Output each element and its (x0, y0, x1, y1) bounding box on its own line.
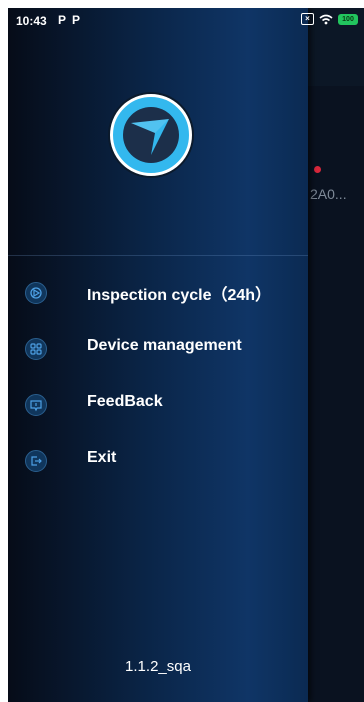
device-management-icon (25, 338, 47, 360)
app-version: 1.1.2_sqa (125, 658, 191, 675)
app-screen: 2A0... Inspection cycle（24h） Device mana… (8, 8, 364, 702)
navigation-drawer: Inspection cycle（24h） Device management (8, 8, 308, 702)
battery-icon: 100 (338, 13, 358, 25)
status-time: 10:43 (16, 14, 47, 28)
status-bar: 10:43 P P × 100 (8, 8, 364, 34)
inspection-cycle-icon (25, 282, 47, 304)
wifi-icon (319, 14, 333, 24)
sim-icon: × (301, 13, 314, 25)
status-icons: × 100 (301, 13, 358, 25)
menu-label-device-management: Device management (87, 337, 242, 354)
menu-item-inspection-cycle[interactable]: Inspection cycle（24h） (8, 273, 308, 313)
menu-label-exit: Exit (87, 449, 117, 466)
logo-mark-icon (123, 107, 179, 163)
background-page[interactable] (308, 8, 364, 702)
notification-p-icon: P (72, 13, 81, 27)
menu-label-feedback: FeedBack (87, 393, 163, 410)
drawer-divider (8, 255, 308, 256)
notification-p-icon: P (58, 13, 67, 27)
feedback-icon (25, 394, 47, 416)
menu-label-inspection-cycle: Inspection cycle（24h） (87, 287, 272, 304)
menu-item-device-management[interactable]: Device management (8, 329, 308, 369)
app-logo (110, 94, 192, 176)
alert-dot (314, 166, 321, 173)
menu-item-exit[interactable]: Exit (8, 441, 308, 481)
background-device-text: 2A0... (310, 186, 347, 202)
menu-item-feedback[interactable]: FeedBack (8, 385, 308, 425)
exit-icon (25, 450, 47, 472)
